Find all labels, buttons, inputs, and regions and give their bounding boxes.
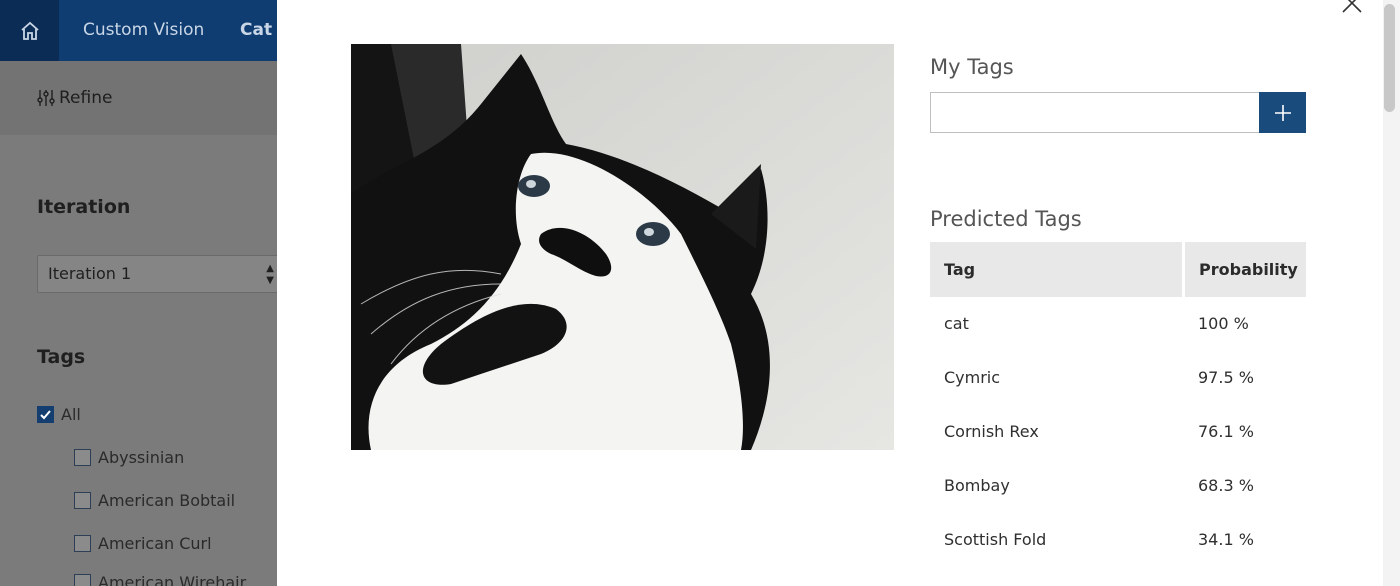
tag-cell: Bombay <box>944 476 1010 495</box>
probability-cell: 97.5 % <box>1198 368 1254 387</box>
probability-cell: 76.1 % <box>1198 422 1254 441</box>
add-tag-input[interactable] <box>930 92 1260 133</box>
refine-label: Refine <box>59 88 113 108</box>
refine-button[interactable]: Refine <box>0 61 277 135</box>
tag-filter-label: American Curl <box>98 534 212 553</box>
table-row: Cornish Rex 76.1 % <box>930 405 1307 459</box>
table-header-probability[interactable]: Probability <box>1185 242 1306 297</box>
iteration-select[interactable]: Iteration 1 ▲ ▼ <box>37 255 287 293</box>
probability-cell: 100 % <box>1198 314 1249 333</box>
probability-cell: 34.1 % <box>1198 530 1254 549</box>
tag-filter-label: Abyssinian <box>98 448 185 467</box>
tag-filter-item[interactable]: Abyssinian <box>74 448 184 467</box>
tag-filter-label: American Bobtail <box>98 491 236 510</box>
probability-cell: 68.3 % <box>1198 476 1254 495</box>
table-header-tag[interactable]: Tag <box>930 242 1182 297</box>
tag-cell: Cymric <box>944 368 1001 387</box>
checkbox[interactable] <box>74 449 91 466</box>
checkbox[interactable] <box>74 535 91 552</box>
iteration-select-value: Iteration 1 <box>48 264 132 283</box>
tag-filter-all[interactable]: All <box>37 405 81 424</box>
refine-sliders-icon <box>37 90 55 106</box>
table-row: Cymric 97.5 % <box>930 351 1307 405</box>
plus-icon <box>1274 104 1291 121</box>
tag-filter-label: American Wirehair <box>98 573 247 586</box>
predicted-tags-title: Predicted Tags <box>930 207 1082 231</box>
cat-photo <box>351 44 894 450</box>
tag-filter-item[interactable]: American Wirehair <box>74 573 246 586</box>
select-arrows-icon: ▲ ▼ <box>266 263 274 286</box>
close-icon[interactable] <box>1339 0 1365 16</box>
checkbox[interactable] <box>74 492 91 509</box>
sidebar: Refine Iteration Iteration 1 ▲ ▼ Tags All… <box>0 61 287 586</box>
tag-cell: cat <box>944 314 969 333</box>
app-name-link[interactable]: Custom Vision <box>83 0 204 61</box>
tag-filter-item[interactable]: American Bobtail <box>74 491 235 510</box>
scrollbar-thumb[interactable] <box>1384 4 1395 112</box>
tag-filter-label: All <box>61 405 81 424</box>
checkbox[interactable] <box>74 574 91 586</box>
table-row: Scottish Fold 34.1 % <box>930 513 1307 567</box>
table-row: Bombay 68.3 % <box>930 459 1307 513</box>
my-tags-title: My Tags <box>930 55 1014 79</box>
image-details-modal: My Tags Predicted Tags Tag Probability c… <box>277 0 1400 586</box>
tag-cell: Scottish Fold <box>944 530 1047 549</box>
add-tag-button[interactable] <box>1259 92 1306 133</box>
tag-cell: Cornish Rex <box>944 422 1039 441</box>
home-button[interactable] <box>0 0 59 61</box>
tag-filter-item[interactable]: American Curl <box>74 534 212 553</box>
tags-heading: Tags <box>37 346 86 368</box>
checkbox-checked-icon[interactable] <box>37 406 54 423</box>
table-row: cat 100 % <box>930 297 1307 351</box>
home-icon <box>20 21 39 40</box>
iteration-heading: Iteration <box>37 196 131 218</box>
